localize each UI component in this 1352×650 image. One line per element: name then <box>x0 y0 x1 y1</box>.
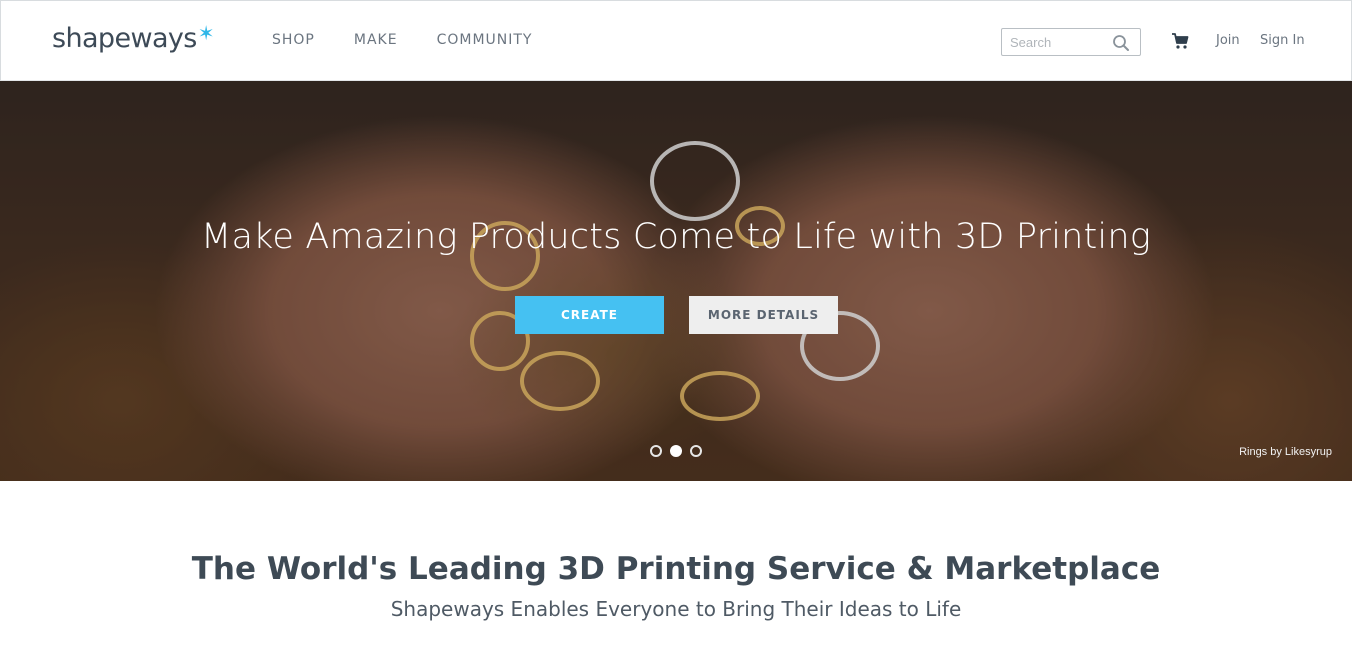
section-subhead: Shapeways Enables Everyone to Bring Thei… <box>390 597 962 621</box>
cart-icon[interactable] <box>1171 32 1189 50</box>
carousel-dot-1[interactable] <box>650 445 662 457</box>
carousel-dot-2[interactable] <box>670 445 682 457</box>
decorative-ring <box>680 371 760 421</box>
hero-title: Make Amazing Products Come to Life with … <box>201 217 1151 257</box>
main-nav: SHOP MAKE COMMUNITY <box>272 32 571 48</box>
search-icon[interactable] <box>1112 34 1130 52</box>
carousel-dots <box>650 445 702 457</box>
nav-shop[interactable]: SHOP <box>272 32 315 48</box>
nav-community[interactable]: COMMUNITY <box>437 32 533 48</box>
decorative-ring <box>520 351 600 411</box>
site-header: shapeways✶ SHOP MAKE COMMUNITY Join Sign… <box>0 0 1352 81</box>
more-details-button[interactable]: MORE DETAILS <box>689 296 838 334</box>
nav-make[interactable]: MAKE <box>354 32 398 48</box>
hero-banner: Make Amazing Products Come to Life with … <box>0 81 1352 481</box>
image-credit: Rings by Likesyrup <box>1239 446 1332 458</box>
sign-in-link[interactable]: Sign In <box>1260 33 1305 48</box>
logo-text: shapeways <box>52 23 197 54</box>
carousel-dot-3[interactable] <box>690 445 702 457</box>
section-headline: The World's Leading 3D Printing Service … <box>191 551 1161 587</box>
logo-star-icon: ✶ <box>197 21 215 45</box>
create-button[interactable]: CREATE <box>515 296 664 334</box>
join-link[interactable]: Join <box>1216 33 1240 48</box>
search-input[interactable] <box>1002 29 1110 55</box>
shapeways-logo[interactable]: shapeways ✶ <box>52 21 215 54</box>
decorative-ring <box>650 141 740 221</box>
search-box <box>1001 28 1141 56</box>
